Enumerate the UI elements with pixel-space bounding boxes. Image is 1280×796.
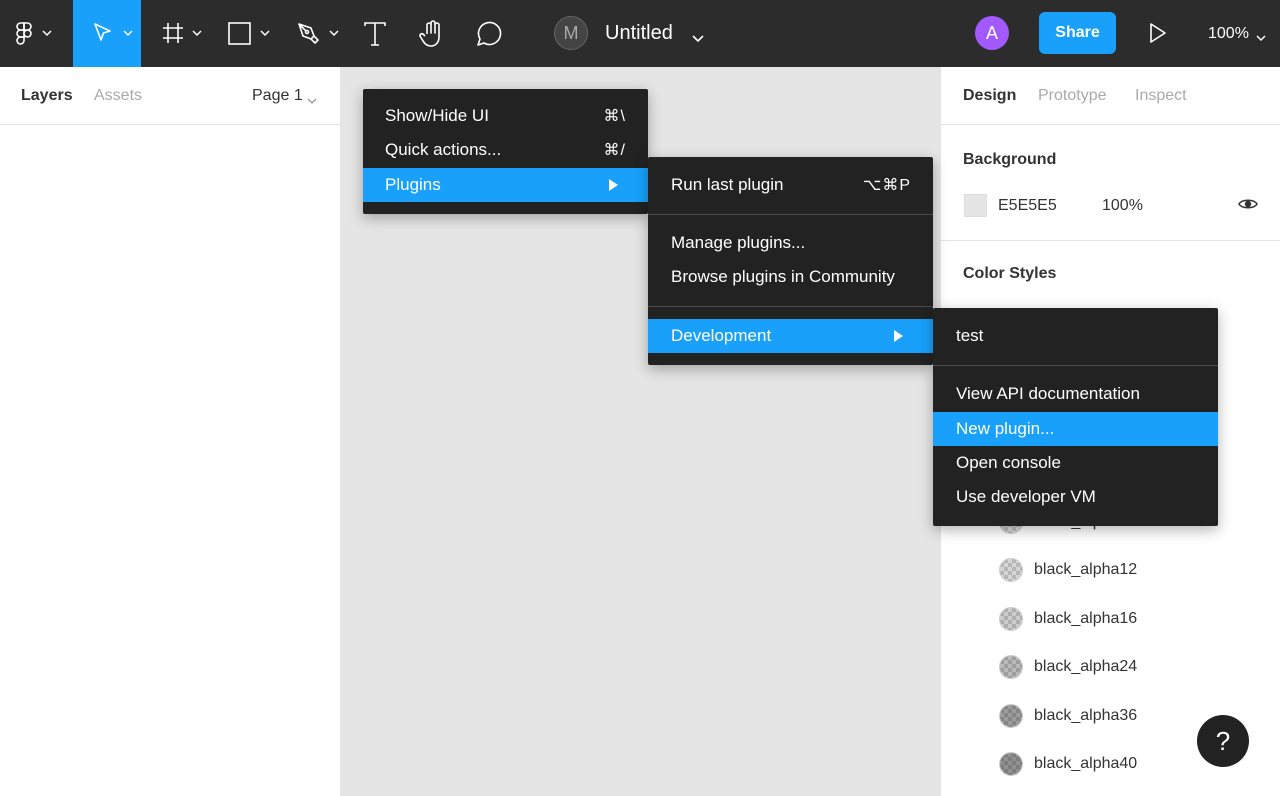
hand-tool-button[interactable]: [407, 0, 457, 67]
menu-separator: [933, 365, 1218, 366]
move-tool-button[interactable]: [73, 0, 141, 67]
present-play-icon[interactable]: [1148, 22, 1168, 49]
background-hex-input[interactable]: E5E5E5: [998, 197, 1057, 215]
rectangle-icon: [228, 22, 251, 45]
chevron-down-icon: [123, 29, 133, 37]
menu-item-plugins[interactable]: Plugins: [363, 168, 648, 202]
toolbar: M Untitled A Share 100%: [0, 0, 1280, 67]
chevron-down-icon: [329, 29, 339, 37]
chevron-down-icon[interactable]: [692, 29, 704, 47]
text-tool-button[interactable]: [350, 0, 400, 67]
divider: [941, 240, 1280, 241]
menu-item-browse-plugins[interactable]: Browse plugins in Community: [648, 260, 933, 294]
help-button[interactable]: ?: [1197, 715, 1249, 767]
menu-item-development[interactable]: Development: [648, 319, 933, 353]
share-button[interactable]: Share: [1039, 12, 1116, 54]
frame-tool-button[interactable]: [141, 0, 209, 67]
main-menu-button[interactable]: [0, 0, 73, 67]
chevron-down-icon[interactable]: [1256, 29, 1266, 47]
menu-item-use-developer-vm[interactable]: Use developer VM: [933, 480, 1218, 514]
color-style-item[interactable]: black_alpha40: [999, 752, 1137, 776]
document-title[interactable]: Untitled: [605, 0, 673, 67]
menu-separator: [648, 306, 933, 307]
color-style-swatch: [999, 752, 1023, 776]
collaborator-avatar[interactable]: M: [554, 16, 588, 50]
color-style-item[interactable]: black_alpha12: [999, 558, 1137, 582]
color-styles-title: Color Styles: [963, 265, 1057, 282]
zoom-level[interactable]: 100%: [1208, 0, 1249, 67]
color-style-swatch: [999, 607, 1023, 631]
background-opacity-input[interactable]: 100%: [1102, 197, 1143, 215]
tab-assets[interactable]: Assets: [94, 87, 142, 105]
pen-tool-button[interactable]: [277, 0, 345, 67]
tab-design[interactable]: Design: [963, 87, 1016, 105]
tab-prototype[interactable]: Prototype: [1038, 87, 1106, 105]
submenu-arrow-icon: [609, 179, 618, 191]
menu-item-view-api-docs[interactable]: View API documentation: [933, 377, 1218, 411]
color-style-item[interactable]: black_alpha16: [999, 607, 1137, 631]
chevron-down-icon[interactable]: [307, 92, 317, 110]
menu-item-test-plugin[interactable]: test: [933, 319, 1218, 353]
left-panel-tabs: Layers Assets Page 1: [0, 67, 340, 125]
menu-item-show-hide-ui[interactable]: Show/Hide UI ⌘\: [363, 99, 648, 133]
menu-item-new-plugin[interactable]: New plugin...: [933, 412, 1218, 446]
submenu-arrow-icon: [894, 330, 903, 342]
chevron-down-icon: [42, 29, 52, 37]
right-panel-tabs: Design Prototype Inspect: [941, 67, 1280, 125]
background-swatch[interactable]: [964, 194, 987, 217]
user-avatar[interactable]: A: [975, 16, 1009, 50]
eye-icon[interactable]: [1238, 197, 1258, 216]
color-style-item[interactable]: black_alpha24: [999, 655, 1137, 679]
move-icon: [92, 22, 114, 44]
menu-item-quick-actions[interactable]: Quick actions... ⌘/: [363, 133, 648, 167]
color-style-swatch: [999, 704, 1023, 728]
menu-item-run-last-plugin[interactable]: Run last plugin ⌥⌘P: [648, 168, 933, 202]
plugins-submenu: Run last plugin ⌥⌘P Manage plugins... Br…: [648, 157, 933, 365]
main-menu: Show/Hide UI ⌘\ Quick actions... ⌘/ Plug…: [363, 89, 648, 214]
chevron-down-icon: [192, 29, 202, 37]
page-selector[interactable]: Page 1: [252, 87, 303, 105]
chevron-down-icon: [260, 29, 270, 37]
comment-icon: [474, 21, 502, 47]
frame-icon: [161, 21, 185, 45]
color-style-swatch: [999, 558, 1023, 582]
menu-item-open-console[interactable]: Open console: [933, 446, 1218, 480]
figma-menu-icon: [16, 22, 32, 46]
development-submenu: test View API documentation New plugin..…: [933, 308, 1218, 526]
layers-panel: Layers Assets Page 1: [0, 67, 341, 796]
background-title: Background: [963, 151, 1057, 168]
hand-icon: [418, 19, 446, 48]
color-style-swatch: [999, 655, 1023, 679]
shape-tool-button[interactable]: [209, 0, 277, 67]
comment-tool-button[interactable]: [463, 0, 513, 67]
color-style-item[interactable]: black_alpha36: [999, 704, 1137, 728]
tab-inspect[interactable]: Inspect: [1135, 87, 1187, 105]
tab-layers[interactable]: Layers: [21, 87, 73, 105]
text-icon: [363, 21, 387, 47]
menu-separator: [648, 214, 933, 215]
menu-item-manage-plugins[interactable]: Manage plugins...: [648, 226, 933, 260]
pen-icon: [296, 21, 320, 45]
